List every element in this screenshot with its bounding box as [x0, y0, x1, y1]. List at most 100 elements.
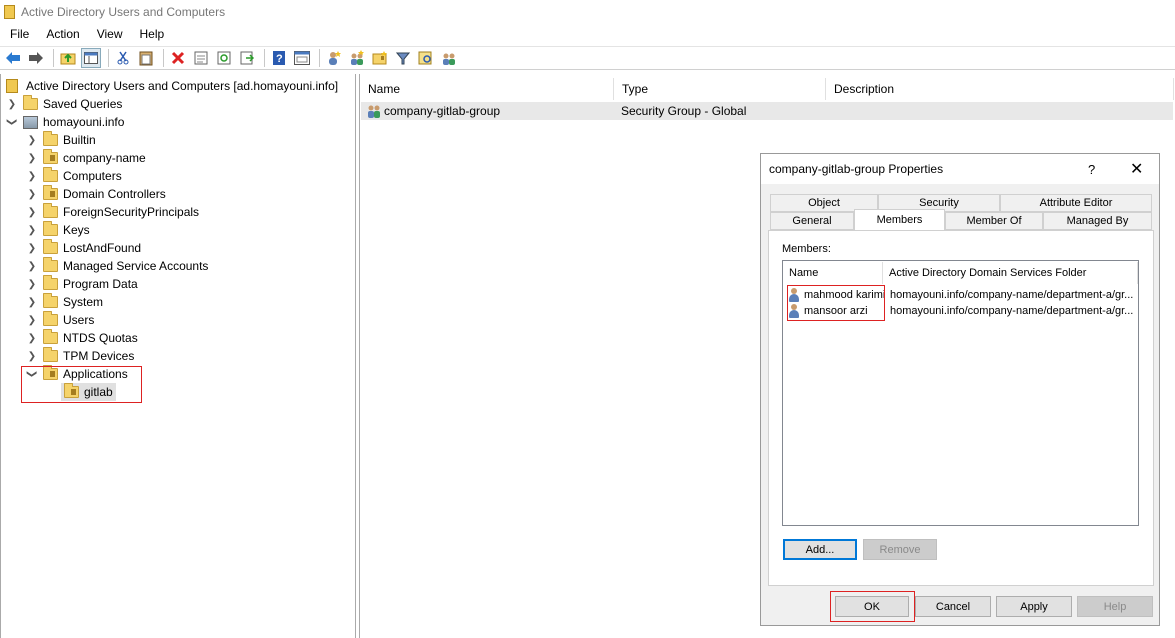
refresh-icon[interactable]: [214, 48, 234, 68]
toolbar-separator: [53, 49, 54, 67]
domain-icon: [23, 115, 38, 129]
tree-item-lost-and-found[interactable]: ❯ LostAndFound: [27, 239, 141, 257]
chevron-right-icon[interactable]: ❯: [7, 95, 17, 113]
folder-icon: [43, 329, 58, 344]
menu-help[interactable]: Help: [130, 27, 172, 41]
chevron-right-icon[interactable]: ❯: [27, 239, 37, 257]
tree-item-foreign-security-principals[interactable]: ❯ ForeignSecurityPrincipals: [27, 203, 199, 221]
tree-item-program-data[interactable]: ❯ Program Data: [27, 275, 138, 293]
tree-item-tpm-devices[interactable]: ❯ TPM Devices: [27, 347, 134, 365]
tree-item-ntds-quotas[interactable]: ❯ NTDS Quotas: [27, 329, 138, 347]
tree-item-domain[interactable]: ❯ homayouni.info: [7, 113, 125, 131]
menu-view[interactable]: View: [87, 27, 130, 41]
remove-button[interactable]: Remove: [863, 539, 937, 560]
column-header-type[interactable]: Type: [614, 78, 826, 100]
chevron-right-icon[interactable]: ❯: [27, 131, 37, 149]
tree-item-system[interactable]: ❯ System: [27, 293, 103, 311]
tree-item-keys[interactable]: ❯ Keys: [27, 221, 90, 239]
add-button[interactable]: Add...: [783, 539, 857, 560]
tree-item-domain-controllers[interactable]: ❯ Domain Controllers: [27, 185, 166, 203]
folder-icon: [43, 275, 58, 290]
folder-icon: [43, 293, 58, 308]
column-header-member-name[interactable]: Name: [783, 262, 883, 284]
back-arrow-icon[interactable]: [3, 48, 23, 68]
group-icon: [368, 105, 380, 118]
group-type: Security Group - Global: [621, 104, 747, 118]
show-console-tree-icon[interactable]: [81, 48, 101, 68]
folder-icon: [43, 131, 58, 146]
chevron-right-icon[interactable]: ❯: [27, 149, 37, 167]
tree-item-label: LostAndFound: [63, 241, 142, 255]
group-name: company-gitlab-group: [384, 104, 501, 118]
tab-members[interactable]: Members: [854, 209, 945, 230]
chevron-right-icon[interactable]: ❯: [27, 293, 37, 311]
tab-managed-by[interactable]: Managed By: [1043, 212, 1152, 230]
chevron-right-icon[interactable]: ❯: [27, 329, 37, 347]
menu-file[interactable]: File: [0, 27, 36, 41]
app-icon: [4, 5, 15, 19]
chevron-right-icon[interactable]: ❯: [27, 203, 37, 221]
console-tree[interactable]: Active Directory Users and Computers [ad…: [0, 74, 356, 638]
column-header-description[interactable]: Description: [826, 78, 1174, 100]
tree-item-builtin[interactable]: ❯ Builtin: [27, 131, 96, 149]
filter-icon[interactable]: [393, 48, 413, 68]
chevron-right-icon[interactable]: ❯: [27, 311, 37, 329]
cancel-button[interactable]: Cancel: [915, 596, 991, 617]
tree-item-label: NTDS Quotas: [63, 331, 138, 345]
help-icon[interactable]: ?: [269, 48, 289, 68]
tab-member-of[interactable]: Member Of: [945, 212, 1043, 230]
up-folder-icon[interactable]: [58, 48, 78, 68]
delete-icon[interactable]: [168, 48, 188, 68]
chevron-right-icon[interactable]: ❯: [27, 185, 37, 203]
tree-root[interactable]: Active Directory Users and Computers [ad…: [6, 77, 338, 95]
properties-dialog: company-gitlab-group Properties ? ✕ Obje…: [760, 153, 1160, 626]
tree-item-managed-service-accounts[interactable]: ❯ Managed Service Accounts: [27, 257, 208, 275]
new-ou-icon[interactable]: [370, 48, 390, 68]
highlight-box: [21, 366, 142, 403]
folder-icon: [43, 347, 58, 362]
apply-button[interactable]: Apply: [996, 596, 1072, 617]
new-group-icon[interactable]: [347, 48, 367, 68]
tree-item-label: homayouni.info: [43, 115, 125, 129]
tree-item-label: Saved Queries: [43, 97, 123, 111]
chevron-right-icon[interactable]: ❯: [27, 347, 37, 365]
new-user-icon[interactable]: [324, 48, 344, 68]
list-item[interactable]: company-gitlab-group Security Group - Gl…: [361, 102, 1173, 120]
chevron-right-icon[interactable]: ❯: [27, 221, 37, 239]
tree-item-computers[interactable]: ❯ Computers: [27, 167, 122, 185]
folder-icon: [23, 95, 38, 110]
ou-folder-icon: [43, 149, 58, 164]
toolbar: ?: [0, 46, 1175, 70]
title-bar: Active Directory Users and Computers: [0, 0, 1175, 24]
paste-icon[interactable]: [136, 48, 156, 68]
chevron-right-icon[interactable]: ❯: [27, 275, 37, 293]
help-button[interactable]: Help: [1077, 596, 1153, 617]
tree-item-users[interactable]: ❯ Users: [27, 311, 94, 329]
tree-item-label: ForeignSecurityPrincipals: [63, 205, 200, 219]
tree-item-company-name[interactable]: ❯ company-name: [27, 149, 146, 167]
column-header-folder[interactable]: Active Directory Domain Services Folder: [883, 262, 1138, 284]
menu-action[interactable]: Action: [36, 27, 86, 41]
add-to-group-icon[interactable]: [439, 48, 459, 68]
folder-icon: [43, 203, 58, 218]
export-list-icon[interactable]: [237, 48, 257, 68]
tab-attribute-editor[interactable]: Attribute Editor: [1000, 194, 1152, 212]
members-list[interactable]: Name Active Directory Domain Services Fo…: [782, 260, 1139, 526]
chevron-right-icon[interactable]: ❯: [27, 167, 37, 185]
cut-icon[interactable]: [113, 48, 133, 68]
chevron-down-icon[interactable]: ❯: [3, 117, 21, 127]
tab-general[interactable]: General: [770, 212, 854, 230]
help-question-icon[interactable]: ?: [1088, 162, 1095, 177]
forward-arrow-icon[interactable]: [26, 48, 46, 68]
menu-bar: File Action View Help: [0, 24, 1175, 44]
members-label: Members:: [782, 243, 831, 255]
find-icon[interactable]: [416, 48, 436, 68]
chevron-right-icon[interactable]: ❯: [27, 257, 37, 275]
folder-icon: [43, 311, 58, 326]
tree-item-saved-queries[interactable]: ❯ Saved Queries: [7, 95, 122, 113]
properties-icon[interactable]: [191, 48, 211, 68]
column-header-name[interactable]: Name: [360, 78, 614, 100]
svg-text:?: ?: [276, 53, 283, 65]
close-icon[interactable]: ✕: [1130, 159, 1143, 179]
console-icon[interactable]: [292, 48, 312, 68]
